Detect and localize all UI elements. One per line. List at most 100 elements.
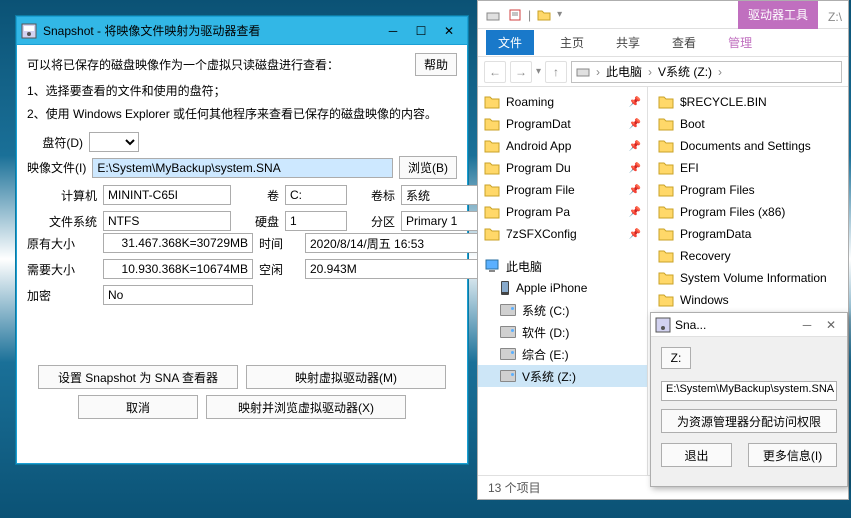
list-item[interactable]: Windows bbox=[648, 289, 848, 311]
breadcrumb-drive[interactable]: V系统 (Z:) bbox=[658, 63, 712, 80]
tab-home[interactable]: 主页 bbox=[554, 30, 590, 55]
sidebar-this-pc[interactable]: 此电脑 bbox=[478, 255, 647, 277]
explorer-qat: | ▾ 驱动器工具 Z:\ bbox=[478, 1, 848, 29]
drive-icon bbox=[500, 304, 516, 316]
encrypt-label: 加密 bbox=[27, 287, 97, 304]
list-item[interactable]: Program Files bbox=[648, 179, 848, 201]
list-item[interactable]: EFI bbox=[648, 157, 848, 179]
chevron-right-icon[interactable]: › bbox=[596, 65, 600, 79]
image-path-input[interactable] bbox=[92, 158, 393, 178]
map-drive-button[interactable]: 映射虚拟驱动器(M) bbox=[246, 365, 446, 389]
breadcrumb-this-pc[interactable]: 此电脑 bbox=[606, 63, 642, 80]
nav-history-dropdown[interactable]: ▾ bbox=[536, 66, 541, 77]
set-viewer-button[interactable]: 设置 Snapshot 为 SNA 查看器 bbox=[38, 365, 238, 389]
tab-share[interactable]: 共享 bbox=[610, 30, 646, 55]
sidebar-item[interactable]: 7zSFXConfig 📌 bbox=[478, 223, 647, 245]
volume-letter-label: 卷 bbox=[237, 187, 279, 204]
computer-value: MININT-C65I bbox=[103, 185, 231, 205]
sidebar-item[interactable]: Program File📌 bbox=[478, 179, 647, 201]
req-size-label: 需要大小 bbox=[27, 261, 97, 278]
sidebar-item-label: Program File bbox=[506, 183, 575, 197]
step1-text: 1、选择要查看的文件和使用的盘符； bbox=[27, 82, 457, 99]
instruction-text: 可以将已保存的磁盘映像作为一个虚拟只读磁盘进行查看： bbox=[27, 56, 339, 73]
list-item-label: $RECYCLE.BIN bbox=[680, 95, 767, 109]
tab-file[interactable]: 文件 bbox=[486, 30, 534, 55]
pin-icon: 📌 bbox=[629, 163, 641, 174]
sna-popup: Sna... ─ ✕ Z: E:\System\MyBackup\system.… bbox=[650, 312, 848, 487]
nav-up-button[interactable]: ↑ bbox=[545, 61, 567, 83]
pin-icon: 📌 bbox=[629, 229, 641, 240]
sidebar-item-label: 此电脑 bbox=[506, 258, 542, 275]
list-item[interactable]: Documents and Settings bbox=[648, 135, 848, 157]
cancel-button[interactable]: 取消 bbox=[78, 395, 198, 419]
list-item-label: System Volume Information bbox=[680, 271, 827, 285]
sna-minimize-button[interactable]: ─ bbox=[795, 318, 819, 332]
pin-icon: 📌 bbox=[629, 141, 641, 152]
sidebar-device[interactable]: V系统 (Z:) bbox=[478, 365, 647, 387]
time-label: 时间 bbox=[259, 235, 299, 252]
drive-select[interactable] bbox=[89, 132, 139, 152]
list-item[interactable]: Recovery bbox=[648, 245, 848, 267]
list-item-label: Boot bbox=[680, 117, 705, 131]
address-bar-row: ← → ▾ ↑ › 此电脑 › V系统 (Z:) › bbox=[478, 57, 848, 87]
browse-button[interactable]: 浏览(B) bbox=[399, 156, 457, 179]
qat-properties-icon[interactable] bbox=[506, 6, 524, 24]
req-size-value: 10.930.368K=10674MB bbox=[103, 259, 253, 279]
address-bar[interactable]: › 此电脑 › V系统 (Z:) › bbox=[571, 61, 842, 83]
step2-text: 2、使用 Windows Explorer 或任何其他程序来查看已保存的磁盘映像… bbox=[27, 105, 457, 122]
sidebar-device[interactable]: Apple iPhone bbox=[478, 277, 647, 299]
sna-path-display: E:\System\MyBackup\system.SNA bbox=[661, 381, 837, 401]
list-item-label: ProgramData bbox=[680, 227, 751, 241]
sidebar-item-label: Android App bbox=[506, 139, 571, 153]
maximize-button[interactable]: ☐ bbox=[407, 21, 435, 41]
tab-view[interactable]: 查看 bbox=[666, 30, 702, 55]
sna-title-text: Sna... bbox=[675, 318, 795, 332]
nav-forward-button[interactable]: → bbox=[510, 61, 532, 83]
sna-close-button[interactable]: ✕ bbox=[819, 318, 843, 332]
sna-app-icon bbox=[655, 317, 671, 333]
encrypt-value: No bbox=[103, 285, 253, 305]
sidebar-device[interactable]: 综合 (E:) bbox=[478, 343, 647, 365]
sidebar-device[interactable]: 系统 (C:) bbox=[478, 299, 647, 321]
window-title: Snapshot - 将映像文件映射为驱动器查看 bbox=[43, 22, 379, 39]
sna-more-info-button[interactable]: 更多信息(I) bbox=[748, 443, 837, 467]
help-button[interactable]: 帮助 bbox=[415, 53, 457, 76]
chevron-right-icon[interactable]: › bbox=[718, 65, 722, 79]
map-and-browse-button[interactable]: 映射并浏览虚拟驱动器(X) bbox=[206, 395, 406, 419]
sna-exit-button[interactable]: 退出 bbox=[661, 443, 732, 467]
list-item[interactable]: Boot bbox=[648, 113, 848, 135]
sidebar-item[interactable]: ProgramDat📌 bbox=[478, 113, 647, 135]
list-item[interactable]: Program Files (x86) bbox=[648, 201, 848, 223]
list-item-label: Windows bbox=[680, 293, 729, 307]
sidebar-item-label: Program Du bbox=[506, 161, 571, 175]
list-item[interactable]: ProgramData bbox=[648, 223, 848, 245]
chevron-right-icon[interactable]: › bbox=[648, 65, 652, 79]
minimize-button[interactable]: ─ bbox=[379, 21, 407, 41]
list-item[interactable]: System Volume Information bbox=[648, 267, 848, 289]
sna-drive-button[interactable]: Z: bbox=[661, 347, 691, 369]
sidebar-item[interactable]: Program Pa📌 bbox=[478, 201, 647, 223]
close-button[interactable]: ✕ bbox=[435, 21, 463, 41]
sidebar-device[interactable]: 软件 (D:) bbox=[478, 321, 647, 343]
sidebar-item-label: 系统 (C:) bbox=[522, 302, 569, 319]
sidebar-item-label: ProgramDat bbox=[506, 117, 571, 131]
list-item-label: Documents and Settings bbox=[680, 139, 811, 153]
sidebar-item[interactable]: Roaming📌 bbox=[478, 91, 647, 113]
list-item[interactable]: $RECYCLE.BIN bbox=[648, 91, 848, 113]
sidebar-item-label: 7zSFXConfig bbox=[506, 227, 577, 241]
qat-folder-icon[interactable] bbox=[535, 6, 553, 24]
sna-assign-permission-button[interactable]: 为资源管理器分配访问权限 bbox=[661, 409, 837, 433]
qat-drive-icon[interactable] bbox=[484, 6, 502, 24]
tab-manage[interactable]: 管理 bbox=[722, 30, 758, 55]
drive-tools-tab[interactable]: 驱动器工具 bbox=[738, 1, 818, 29]
pin-icon: 📌 bbox=[629, 207, 641, 218]
volume-label-label: 卷标 bbox=[353, 187, 395, 204]
sidebar-item[interactable]: Android App 📌 bbox=[478, 135, 647, 157]
qat-separator: | bbox=[528, 8, 531, 22]
sidebar-item-label: V系统 (Z:) bbox=[522, 368, 576, 385]
qat-dropdown-icon[interactable]: ▾ bbox=[557, 9, 562, 20]
status-count: 13 个项目 bbox=[488, 479, 541, 496]
sidebar-item[interactable]: Program Du 📌 bbox=[478, 157, 647, 179]
nav-back-button[interactable]: ← bbox=[484, 61, 506, 83]
fs-value: NTFS bbox=[103, 211, 231, 231]
